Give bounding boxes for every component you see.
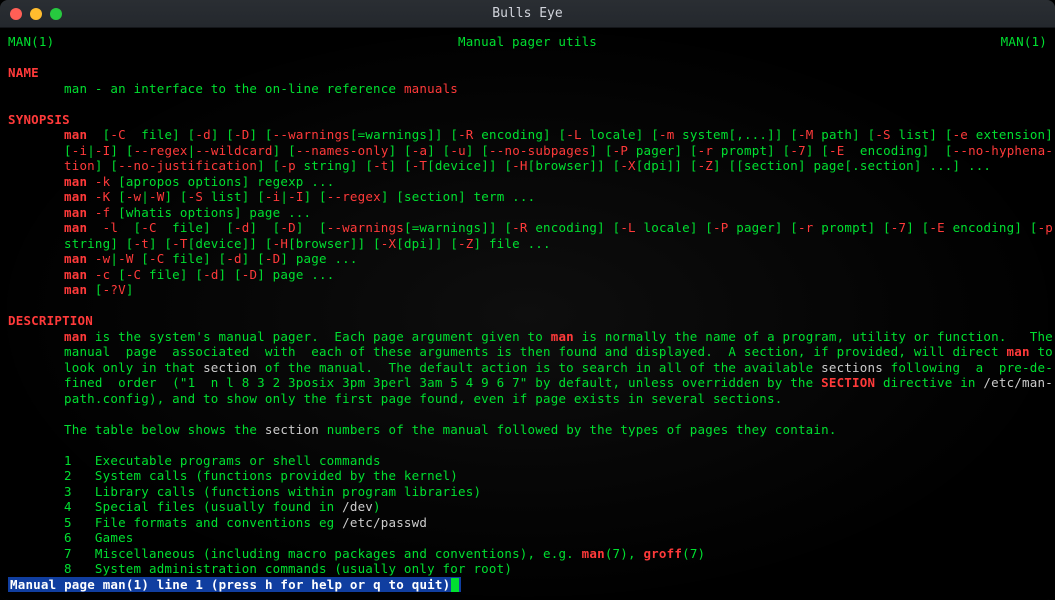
header-left: MAN(1) (8, 34, 54, 50)
terminal-window: Bulls Eye MAN(1) Manual pager utils MAN(… (0, 0, 1055, 600)
desc-line-5: path.config), and to show only the first… (8, 391, 1047, 407)
maximize-icon[interactable] (50, 8, 62, 20)
man-header: MAN(1) Manual pager utils MAN(1) (8, 34, 1047, 50)
close-icon[interactable] (10, 8, 22, 20)
terminal-viewport[interactable]: MAN(1) Manual pager utils MAN(1) NAME ma… (0, 28, 1055, 600)
desc-line-3: look only in that section of the manual.… (8, 360, 1047, 376)
cursor-icon (451, 578, 459, 592)
synopsis-line-4: man -k [apropos options] regexp ... (8, 174, 1047, 190)
section-synopsis: SYNOPSIS (8, 112, 1047, 128)
table-row: 4 Special files (usually found in /dev) (8, 499, 1047, 515)
table-row: 8 System administration commands (usuall… (8, 561, 1047, 577)
synopsis-line-5: man -K [-w|-W] [-S list] [-i|-I] [--rege… (8, 189, 1047, 205)
desc-line-2: manual page associated with each of thes… (8, 344, 1047, 360)
window-title: Bulls Eye (0, 6, 1055, 21)
section-name: NAME (8, 65, 1047, 81)
header-center: Manual pager utils (54, 34, 1000, 50)
synopsis-line-10: man -c [-C file] [-d] [-D] page ... (8, 267, 1047, 283)
pager-status: Manual page man(1) line 1 (press h for h… (8, 577, 461, 593)
synopsis-line-2: [-i|-I] [--regex|--wildcard] [--names-on… (8, 143, 1047, 159)
synopsis-line-7: man -l [-C file] [-d] [-D] [--warnings[=… (8, 220, 1047, 236)
synopsis-line-11: man [-?V] (8, 282, 1047, 298)
synopsis-line-8: string] [-t] [-T[device]] [-H[browser]] … (8, 236, 1047, 252)
desc-line-6: The table below shows the section number… (8, 422, 1047, 438)
desc-line-4: fined order ("1 n l 8 3 2 3posix 3pm 3pe… (8, 375, 1047, 391)
name-line-text: man - an interface to the on-line refere… (64, 81, 404, 96)
name-line-hl: manuals (404, 81, 458, 96)
synopsis-line-3: tion] [--no-justification] [-p string] [… (8, 158, 1047, 174)
table-row: 5 File formats and conventions eg /etc/p… (8, 515, 1047, 531)
synopsis-line-6: man -f [whatis options] page ... (8, 205, 1047, 221)
minimize-icon[interactable] (30, 8, 42, 20)
window-titlebar: Bulls Eye (0, 0, 1055, 28)
table-row: 1 Executable programs or shell commands (8, 453, 1047, 469)
table-row: 6 Games (8, 530, 1047, 546)
traffic-lights (10, 8, 62, 20)
synopsis-line-1: man [-C file] [-d] [-D] [--warnings[=war… (8, 127, 1047, 143)
header-right: MAN(1) (1001, 34, 1047, 50)
section-description: DESCRIPTION (8, 313, 1047, 329)
synopsis-line-9: man -w|-W [-C file] [-d] [-D] page ... (8, 251, 1047, 267)
section-table: 1 Executable programs or shell commands2… (8, 453, 1047, 577)
desc-line-1: man is the system's manual pager. Each p… (8, 329, 1047, 345)
table-row: 7 Miscellaneous (including macro package… (8, 546, 1047, 562)
table-row: 2 System calls (functions provided by th… (8, 468, 1047, 484)
table-row: 3 Library calls (functions within progra… (8, 484, 1047, 500)
